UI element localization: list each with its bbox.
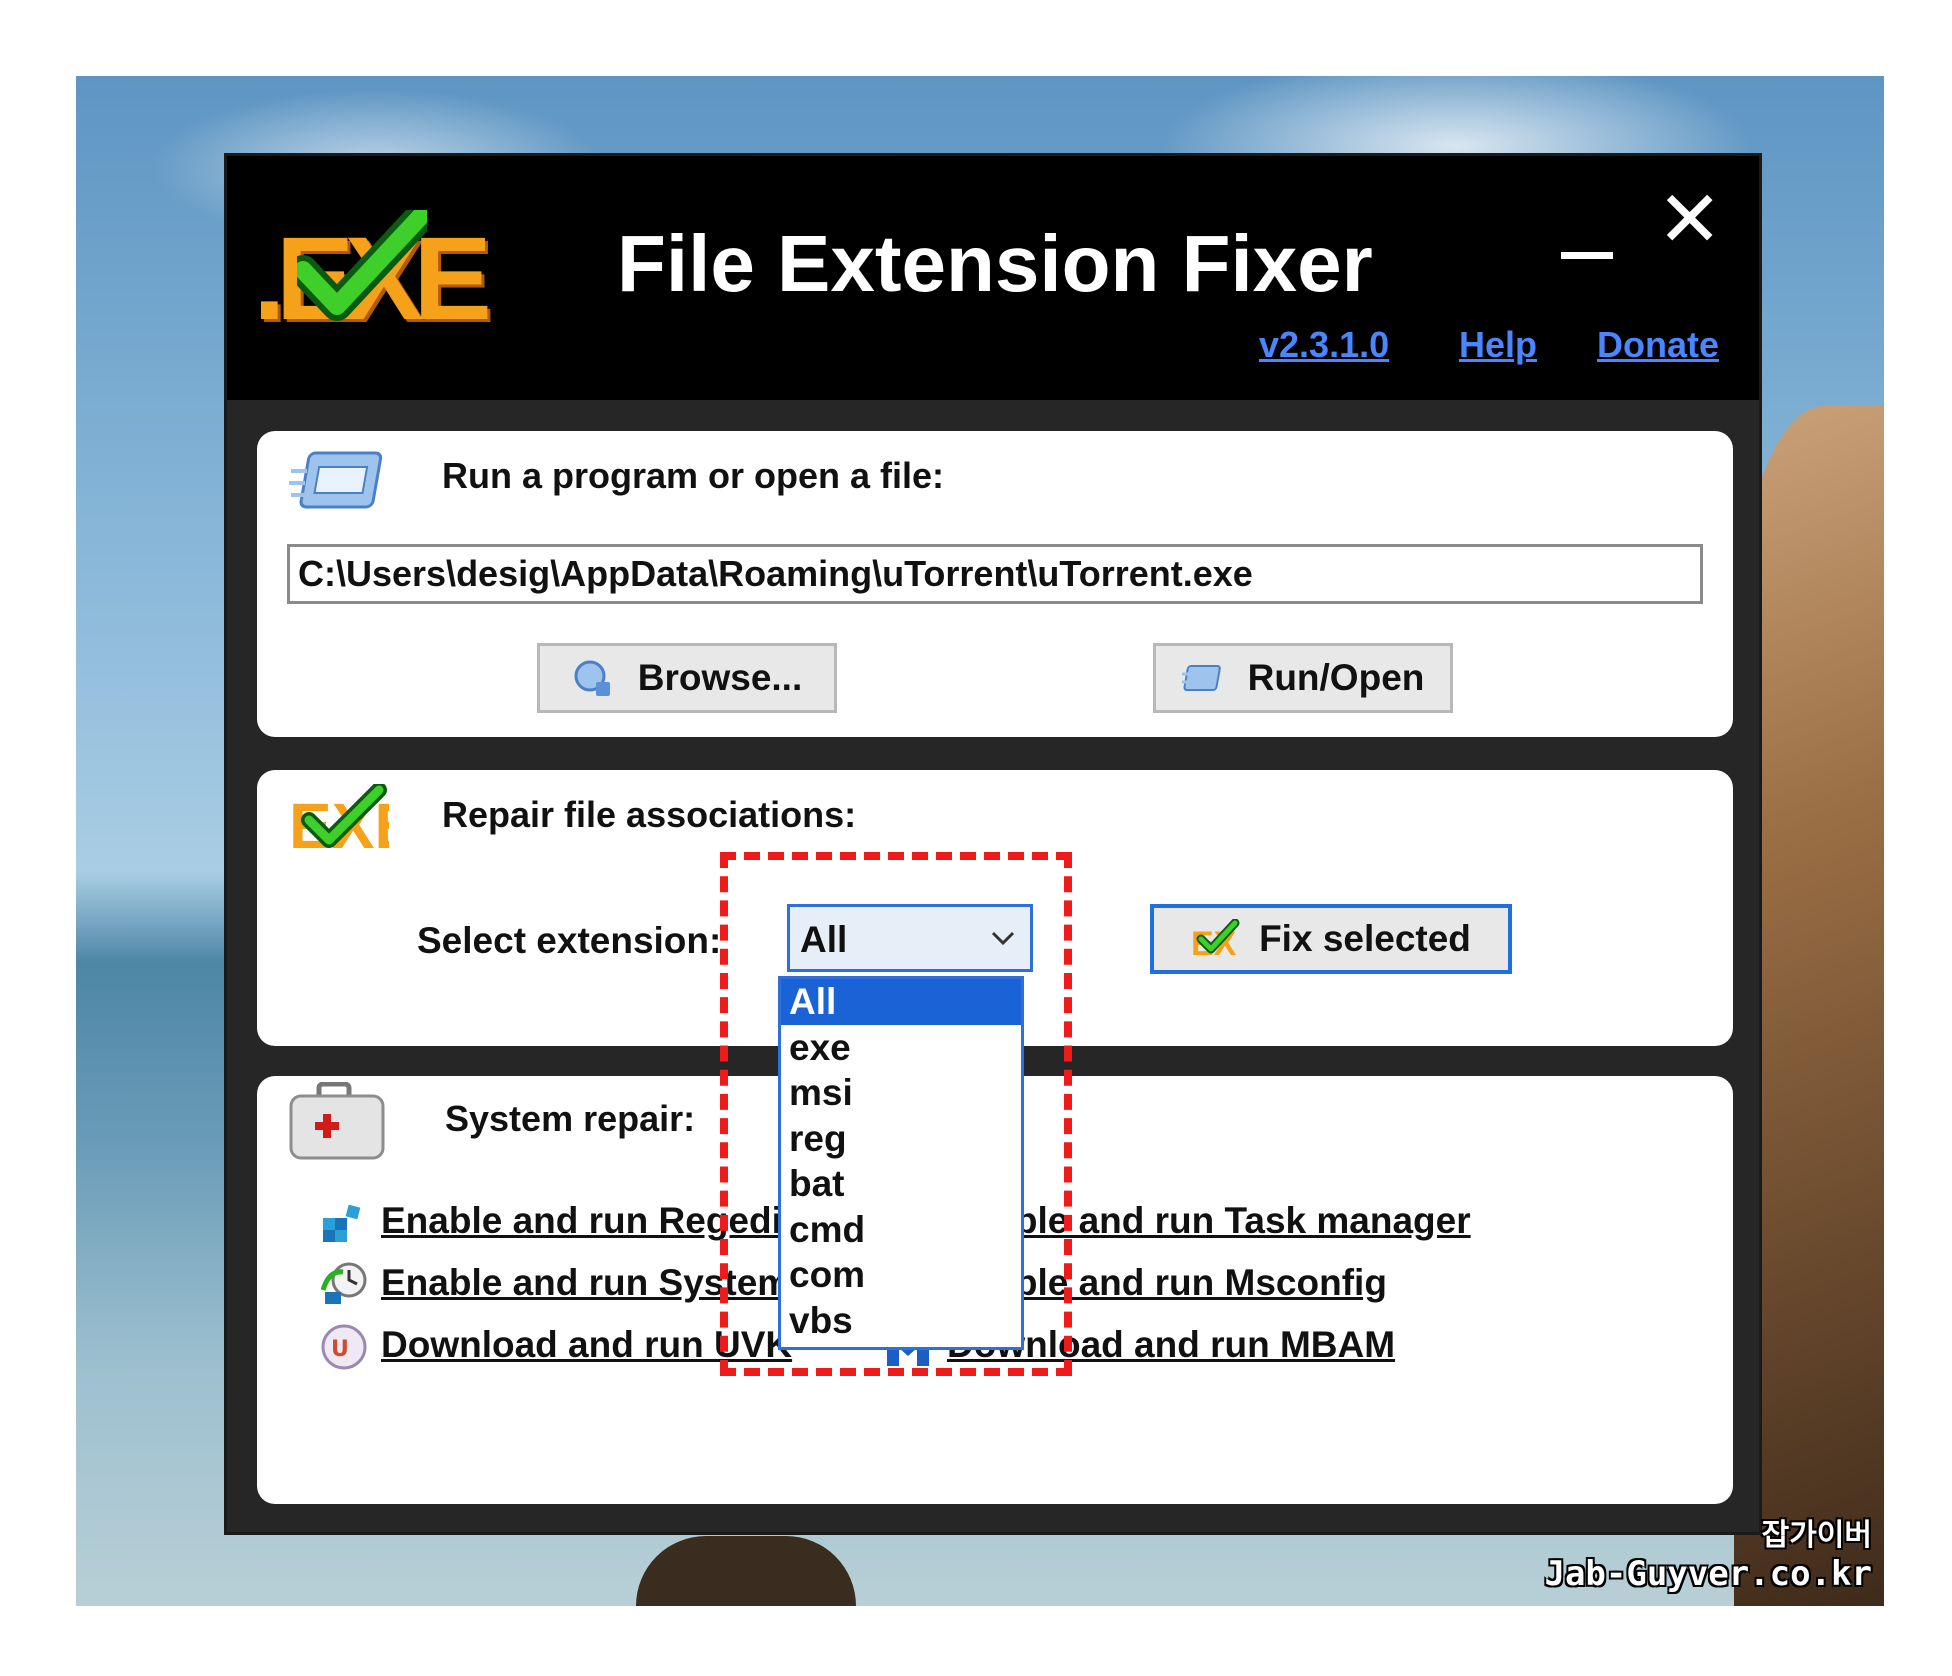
app-logo: .EXE bbox=[253, 210, 492, 342]
svg-text:U: U bbox=[331, 1337, 349, 1362]
chevron-down-icon bbox=[991, 931, 1015, 946]
watermark: 잡가이버 Jab-Guyver.co.kr bbox=[1544, 1510, 1872, 1594]
app-title: File Extension Fixer bbox=[617, 219, 1373, 308]
help-link[interactable]: Help bbox=[1459, 324, 1537, 366]
browse-button-label: Browse... bbox=[637, 657, 803, 698]
repair-exe-icon: EXE bbox=[289, 784, 389, 856]
select-extension-label: Select extension: bbox=[417, 920, 722, 961]
download-run-uvk-link[interactable]: Download and run UVK bbox=[381, 1324, 792, 1366]
run-section-label: Run a program or open a file: bbox=[442, 455, 945, 496]
first-aid-kit-icon bbox=[289, 1082, 385, 1160]
dropdown-option-bat[interactable]: bat bbox=[781, 1161, 1021, 1207]
run-open-icon bbox=[1181, 665, 1221, 691]
repair-section-label: Repair file associations: bbox=[442, 794, 857, 835]
dropdown-option-reg[interactable]: reg bbox=[781, 1116, 1021, 1162]
fix-selected-icon: EX bbox=[1191, 919, 1240, 959]
donate-link[interactable]: Donate bbox=[1597, 324, 1719, 366]
enable-run-regedit-link[interactable]: Enable and run Regedit bbox=[381, 1200, 794, 1242]
wallpaper-rock-bottom bbox=[636, 1536, 856, 1606]
version-link[interactable]: v2.3.1.0 bbox=[1259, 324, 1389, 366]
minimize-icon[interactable] bbox=[1561, 222, 1613, 262]
close-icon[interactable]: ✕ bbox=[1657, 176, 1722, 262]
fix-selected-button[interactable]: EX Fix selected bbox=[1150, 904, 1512, 974]
fix-selected-label: Fix selected bbox=[1259, 918, 1471, 959]
dropdown-option-msi[interactable]: msi bbox=[781, 1070, 1021, 1116]
regedit-icon bbox=[323, 1204, 361, 1242]
run-open-button[interactable]: Run/Open bbox=[1153, 643, 1453, 713]
system-section-label: System repair: bbox=[445, 1098, 696, 1139]
dropdown-option-com[interactable]: com bbox=[781, 1252, 1021, 1298]
extension-dropdown-list: All exe msi reg bat cmd com vbs bbox=[778, 976, 1024, 1350]
dropdown-option-vbs[interactable]: vbs bbox=[781, 1298, 1021, 1344]
run-open-button-label: Run/Open bbox=[1247, 657, 1425, 698]
system-restore-icon bbox=[320, 1262, 367, 1304]
browse-icon bbox=[574, 660, 610, 696]
extension-select[interactable]: All bbox=[787, 904, 1033, 972]
extension-select-value: All bbox=[800, 919, 848, 960]
file-path-input[interactable] bbox=[287, 544, 1703, 604]
logo-checkmark-icon bbox=[297, 210, 427, 321]
run-section: Run a program or open a file: Browse... … bbox=[257, 431, 1733, 737]
enable-run-system-restore-link[interactable]: Enable and run System bbox=[381, 1262, 790, 1304]
title-bar: .EXE File Extension Fixer ✕ v2.3.1.0 Hel… bbox=[227, 156, 1759, 400]
dropdown-option-all[interactable]: All bbox=[781, 979, 1021, 1025]
watermark-line2: Jab-Guyver.co.kr bbox=[1544, 1554, 1872, 1594]
run-program-icon bbox=[289, 451, 383, 509]
dropdown-option-exe[interactable]: exe bbox=[781, 1025, 1021, 1071]
watermark-line1: 잡가이버 bbox=[1761, 1518, 1872, 1553]
dropdown-option-cmd[interactable]: cmd bbox=[781, 1207, 1021, 1253]
browse-button[interactable]: Browse... bbox=[537, 643, 837, 713]
enable-run-task-manager-link[interactable]: Enable and run Task manager bbox=[947, 1200, 1471, 1242]
uvk-icon: U bbox=[321, 1324, 367, 1370]
